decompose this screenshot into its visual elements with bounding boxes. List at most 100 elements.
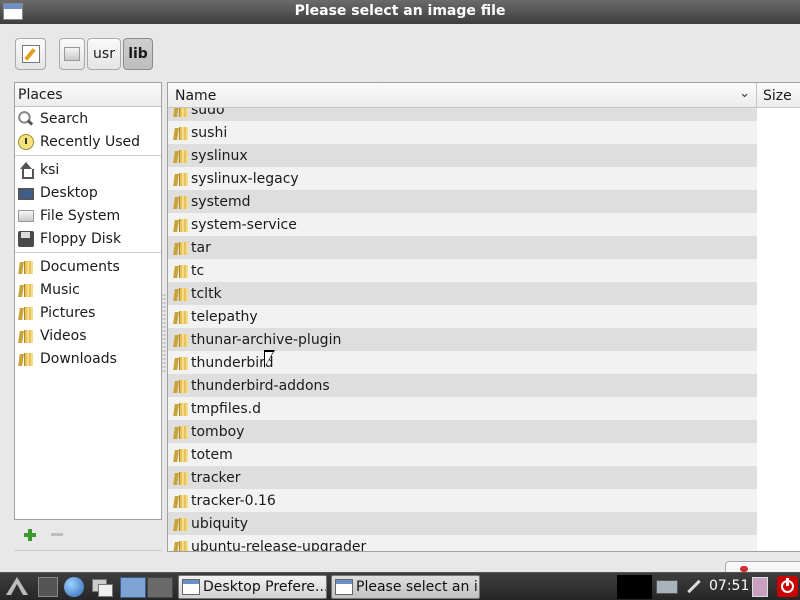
places-separator [15, 252, 161, 253]
place-item[interactable]: ksi [15, 158, 161, 181]
add-bookmark-button[interactable] [23, 528, 37, 542]
file-name: syslinux [191, 147, 248, 164]
place-item[interactable]: File System [15, 204, 161, 227]
file-row[interactable]: ubuntu-release-upgrader [168, 535, 800, 552]
place-item[interactable]: Recently Used [15, 130, 161, 153]
file-row[interactable]: systemd [168, 190, 800, 213]
show-windows-icon[interactable] [92, 577, 113, 597]
start-menu-icon[interactable] [4, 577, 30, 597]
file-row[interactable]: totem [168, 443, 800, 466]
file-size-cell [757, 305, 800, 328]
window-icon [182, 579, 200, 595]
places-header[interactable]: Places [15, 83, 161, 107]
file-row[interactable]: sushi [168, 121, 800, 144]
place-item[interactable]: Desktop [15, 181, 161, 204]
file-row[interactable]: telepathy [168, 305, 800, 328]
file-name-cell: tar [168, 236, 757, 259]
file-name-cell: thunderbird [168, 351, 757, 374]
place-item[interactable]: Floppy Disk [15, 227, 161, 250]
title-bar[interactable]: Please select an image file [0, 0, 800, 24]
file-row[interactable]: tar [168, 236, 800, 259]
pane-resize-handle[interactable] [162, 294, 166, 374]
file-row[interactable]: sudo [168, 108, 800, 121]
file-row[interactable]: syslinux-legacy [168, 167, 800, 190]
edit-icon [21, 45, 40, 63]
file-row[interactable]: ubiquity [168, 512, 800, 535]
file-name: ubuntu-release-upgrader [191, 538, 367, 552]
browser-icon[interactable] [64, 577, 84, 597]
power-icon[interactable] [777, 576, 798, 597]
drive-icon [64, 47, 80, 61]
place-item[interactable]: Pictures [15, 301, 161, 324]
taskbar-task-select-image[interactable]: Please select an i... [331, 575, 480, 599]
file-name-cell: thunar-archive-plugin [168, 328, 757, 351]
tray-applet[interactable] [617, 575, 652, 599]
file-name: thunderbird-addons [191, 377, 330, 394]
file-size-cell [757, 351, 800, 374]
window-icon [335, 579, 353, 595]
search-tool-icon[interactable] [683, 578, 703, 596]
file-size-cell [757, 443, 800, 466]
file-list-header: Name ⌄ Size [168, 83, 800, 108]
place-label: Desktop [40, 184, 98, 201]
file-size-cell [757, 535, 800, 551]
place-item[interactable]: Music [15, 278, 161, 301]
place-item[interactable]: Videos [15, 324, 161, 347]
file-row[interactable]: thunderbird [168, 351, 800, 374]
file-size-cell [757, 236, 800, 259]
column-name-label: Name [175, 88, 217, 104]
file-row[interactable]: tomboy [168, 420, 800, 443]
folder-icon [18, 305, 34, 321]
place-item[interactable]: Search [15, 107, 161, 130]
file-row[interactable]: system-service [168, 213, 800, 236]
file-name: totem [191, 446, 233, 463]
file-row[interactable]: thunderbird-addons [168, 374, 800, 397]
battery-icon[interactable] [752, 577, 768, 597]
workspace-1[interactable] [120, 577, 146, 598]
place-item[interactable]: Documents [15, 255, 161, 278]
place-label: Pictures [40, 304, 96, 321]
folder-icon [173, 194, 189, 210]
file-name: system-service [191, 216, 297, 233]
folder-icon [173, 286, 189, 302]
file-list: Name ⌄ Size sudo sushi syslinux syslinux-le… [167, 82, 800, 552]
path-segment-usr[interactable]: usr [87, 38, 121, 70]
column-header-name[interactable]: Name ⌄ [168, 83, 757, 107]
clock[interactable]: 07:51 [709, 578, 749, 594]
folder-icon [173, 217, 189, 233]
file-rows[interactable]: sudo sushi syslinux syslinux-legacy systemd s… [168, 108, 800, 552]
file-name-cell: syslinux-legacy [168, 167, 757, 190]
search-icon [18, 110, 34, 127]
file-row[interactable]: thunar-archive-plugin [168, 328, 800, 351]
file-row[interactable]: tracker [168, 466, 800, 489]
file-row[interactable]: syslinux [168, 144, 800, 167]
file-manager-icon[interactable] [38, 577, 58, 597]
drive-icon [18, 209, 34, 222]
place-label: Floppy Disk [40, 230, 122, 247]
file-row[interactable]: tc [168, 259, 800, 282]
task-label: Desktop Prefere... [203, 579, 327, 595]
file-name: tomboy [191, 423, 245, 440]
workspace-2[interactable] [147, 577, 173, 598]
file-name: tc [191, 262, 205, 279]
file-size-cell [757, 167, 800, 190]
folder-icon [18, 282, 34, 298]
remove-bookmark-button[interactable] [51, 533, 63, 536]
path-root-button[interactable] [59, 38, 85, 70]
column-header-size[interactable]: Size [758, 83, 800, 107]
home-icon [18, 161, 34, 179]
path-segment-lib[interactable]: lib [123, 38, 153, 70]
file-name: tcltk [191, 285, 222, 302]
file-name-cell: tomboy [168, 420, 757, 443]
folder-icon [173, 171, 189, 187]
taskbar-task-desktop-preferences[interactable]: Desktop Prefere... [178, 575, 327, 599]
file-name-cell: ubiquity [168, 512, 757, 535]
type-location-button[interactable] [15, 38, 46, 70]
place-item[interactable]: Downloads [15, 347, 161, 370]
network-icon[interactable] [656, 580, 678, 594]
file-row[interactable]: tracker-0.16 [168, 489, 800, 512]
file-name-cell: systemd [168, 190, 757, 213]
file-row[interactable]: tmpfiles.d [168, 397, 800, 420]
file-size-cell [757, 328, 800, 351]
file-row[interactable]: tcltk [168, 282, 800, 305]
